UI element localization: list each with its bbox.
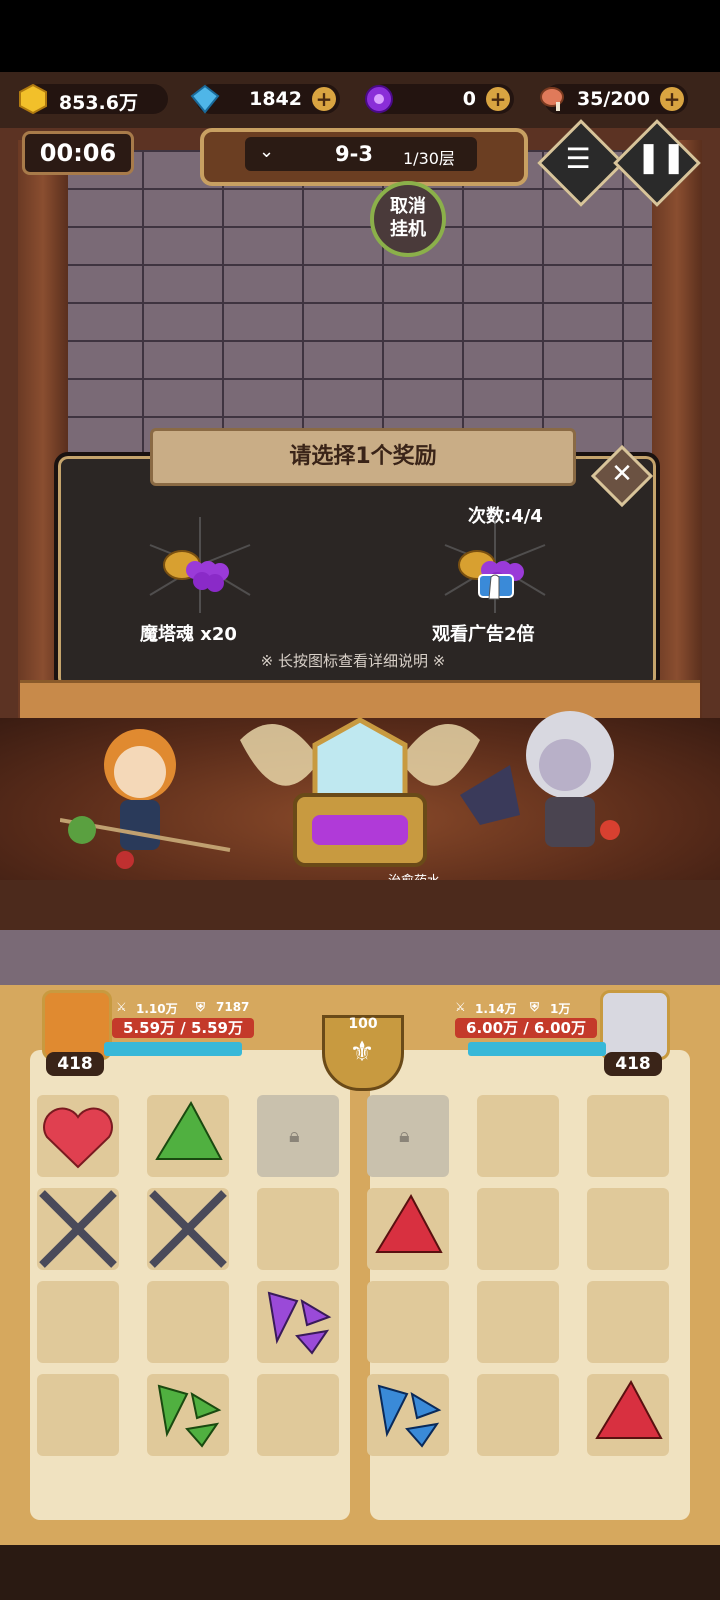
gold-value: 853.6万 bbox=[58, 92, 138, 114]
player-hp-bar: 5.59万 / 5.59万 bbox=[112, 1018, 254, 1038]
player-slot-2[interactable] bbox=[147, 1095, 229, 1177]
player-slot-1[interactable] bbox=[37, 1095, 119, 1177]
enemy-defense: 1万 bbox=[550, 1002, 571, 1016]
soul-reward-double-icon bbox=[444, 517, 546, 613]
cancel-idle-label: 取消挂机 bbox=[390, 196, 426, 240]
enemy-mana-bar bbox=[468, 1042, 606, 1056]
player-defense: 7187 bbox=[216, 1000, 250, 1014]
player-slot-9[interactable] bbox=[257, 1281, 339, 1363]
notes-icon: ☰ bbox=[565, 142, 591, 175]
reward-option-ad-label: 观看广告2倍 bbox=[432, 624, 535, 645]
sword-icon: ⚔ bbox=[116, 1000, 127, 1014]
gem-value: 1842 bbox=[249, 88, 302, 110]
purple-shards-icon bbox=[267, 1291, 332, 1355]
player-slot-11[interactable] bbox=[147, 1374, 229, 1456]
enemy-slot-6[interactable] bbox=[587, 1188, 669, 1270]
player-mana-bar bbox=[104, 1042, 242, 1056]
soul-reward-icon bbox=[149, 517, 251, 613]
player-slot-4[interactable] bbox=[37, 1188, 119, 1270]
chain-lock-icon bbox=[39, 1190, 117, 1268]
enemy-slot-11[interactable] bbox=[477, 1374, 559, 1456]
player-slot-3[interactable]: 🔒︎ bbox=[257, 1095, 339, 1177]
long-press-hint: ※ 长按图标查看详细说明 ※ bbox=[260, 652, 446, 670]
red-pyramid-icon bbox=[595, 1379, 663, 1439]
player-slot-8[interactable] bbox=[147, 1281, 229, 1363]
enemy-slot-12[interactable] bbox=[587, 1374, 669, 1456]
floor-progress: 1/30层 bbox=[403, 149, 455, 168]
reward-option-soul[interactable] bbox=[140, 515, 260, 615]
add-gems-button[interactable]: + bbox=[312, 87, 336, 111]
red-pyramid-icon bbox=[375, 1193, 443, 1253]
green-shards-icon bbox=[157, 1384, 222, 1448]
reward-title: 请选择1个奖励 bbox=[150, 428, 576, 486]
enemy-avatar[interactable] bbox=[600, 990, 670, 1060]
status-bar bbox=[0, 0, 720, 72]
blue-shards-icon bbox=[377, 1384, 442, 1448]
enemy-attack: 1.14万 bbox=[475, 1002, 517, 1016]
pause-icon: ❚❚ bbox=[636, 140, 687, 175]
cancel-idle-button[interactable]: 取消挂机 bbox=[370, 181, 446, 257]
gold-coin-icon bbox=[19, 84, 47, 114]
player-avatar[interactable] bbox=[42, 990, 112, 1060]
reward-option-soul-label: 魔塔魂 x20 bbox=[140, 624, 237, 645]
enemy-slot-4[interactable] bbox=[367, 1188, 449, 1270]
soul-orb-icon bbox=[365, 85, 393, 113]
close-icon: ✕ bbox=[611, 459, 633, 489]
arena-floor bbox=[0, 880, 720, 930]
enemy-hero-sprite bbox=[460, 711, 620, 847]
heart-fish-icon bbox=[43, 1107, 113, 1169]
battle-timer: 00:06 bbox=[22, 131, 134, 175]
enemy-slot-8[interactable] bbox=[477, 1281, 559, 1363]
add-stamina-button[interactable]: + bbox=[660, 87, 684, 111]
enemy-hp-bar: 6.00万 / 6.00万 bbox=[455, 1018, 597, 1038]
enemy-shield-icon: ⛨ bbox=[530, 1000, 540, 1014]
enemy-slot-5[interactable] bbox=[477, 1188, 559, 1270]
player-slot-5[interactable] bbox=[147, 1188, 229, 1270]
stage-number: 9-3 bbox=[335, 142, 373, 166]
enemy-slot-10[interactable] bbox=[367, 1374, 449, 1456]
crest-icon: ⚜ bbox=[349, 1035, 375, 1068]
enemy-slot-3[interactable] bbox=[587, 1095, 669, 1177]
reward-option-ad-double[interactable] bbox=[435, 515, 555, 615]
enemy-slot-9[interactable] bbox=[587, 1281, 669, 1363]
bottom-frame bbox=[0, 1545, 720, 1600]
stage-indicator: ⌄ 9-3 1/30层 bbox=[245, 137, 477, 171]
shield-icon: ⛨ bbox=[196, 1000, 206, 1014]
enemy-slot-7[interactable] bbox=[367, 1281, 449, 1363]
enemy-slot-2[interactable] bbox=[477, 1095, 559, 1177]
green-pyramid-icon bbox=[155, 1100, 223, 1160]
soul-value: 0 bbox=[462, 88, 476, 110]
enemy-level: 418 bbox=[604, 1052, 662, 1076]
lock-icon: 🔒︎ bbox=[399, 1123, 410, 1147]
meat-icon bbox=[540, 87, 564, 111]
round-count: 100 bbox=[348, 1016, 378, 1032]
stamina-value: 35/200 bbox=[576, 88, 650, 110]
player-slot-6[interactable] bbox=[257, 1188, 339, 1270]
lock-icon: 🔒︎ bbox=[289, 1123, 300, 1147]
chain-lock-icon bbox=[149, 1190, 227, 1268]
chevron-down-icon[interactable]: ⌄ bbox=[259, 141, 274, 162]
player-attack: 1.10万 bbox=[136, 1002, 178, 1016]
player-level: 418 bbox=[46, 1052, 104, 1076]
enemy-slot-1[interactable]: 🔒︎ bbox=[367, 1095, 449, 1177]
enemy-sword-icon: ⚔ bbox=[455, 1000, 466, 1014]
player-slot-7[interactable] bbox=[37, 1281, 119, 1363]
player-slot-12[interactable] bbox=[257, 1374, 339, 1456]
player-slot-10[interactable] bbox=[37, 1374, 119, 1456]
diamond-icon bbox=[190, 84, 220, 114]
add-soul-button[interactable]: + bbox=[486, 87, 510, 111]
